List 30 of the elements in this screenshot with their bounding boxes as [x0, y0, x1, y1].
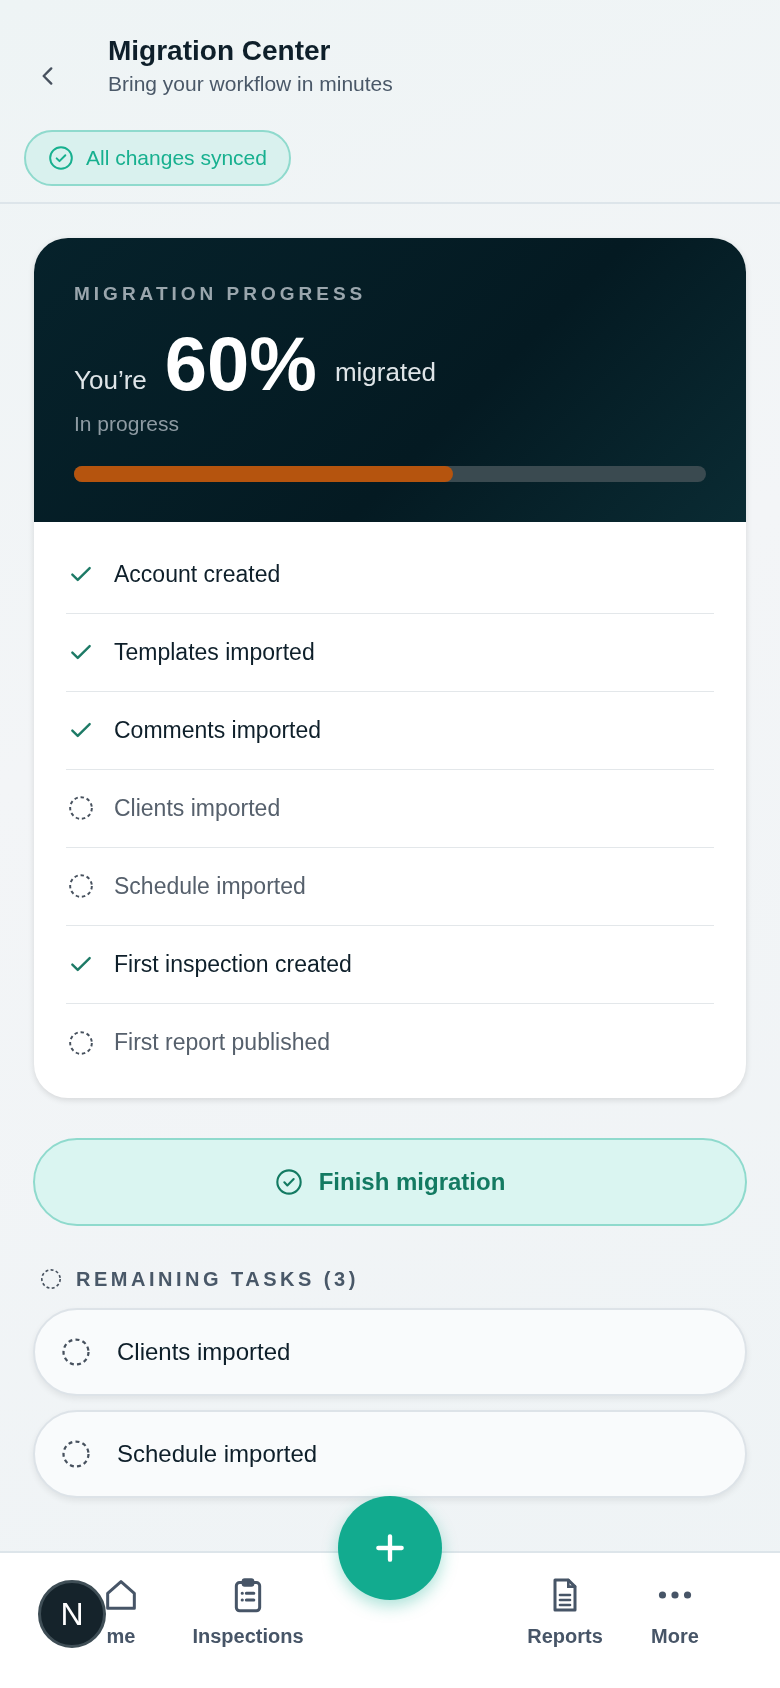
progress-status: In progress	[74, 411, 181, 437]
finish-migration-button[interactable]: Finish migration	[33, 1137, 747, 1226]
task-label: Schedule imported	[117, 1438, 318, 1469]
section-heading: REMAINING TASKS (3)	[76, 1266, 359, 1292]
page-title: Migration Center	[108, 34, 332, 68]
checklist-item: Templates imported	[114, 637, 315, 667]
progress-prefix: You’re	[74, 364, 147, 397]
task-card[interactable]: Clients imported	[33, 1307, 747, 1396]
checklist-item: Clients imported	[114, 793, 281, 823]
check-circle-icon	[48, 144, 74, 171]
task-card[interactable]: Schedule imported	[33, 1409, 747, 1498]
pending-circle-icon	[40, 1267, 62, 1290]
checklist-item: First inspection created	[114, 949, 352, 979]
progress-suffix: migrated	[334, 356, 437, 389]
more-icon	[658, 1590, 692, 1600]
checklist-item: Comments imported	[114, 715, 322, 745]
nav-tab[interactable]: More	[625, 1553, 725, 1688]
task-label: Clients imported	[117, 1336, 291, 1367]
progress-percent: 60%	[164, 326, 317, 402]
progress-eyebrow: MIGRATION PROGRESS	[74, 281, 368, 306]
nav-tab[interactable]: Inspections	[180, 1553, 316, 1688]
checklist-item: Schedule imported	[114, 871, 306, 901]
page-subtitle: Bring your workflow in minutes	[108, 70, 393, 97]
nav-tab[interactable]: Reports	[505, 1553, 625, 1688]
check-circle-icon	[274, 1167, 303, 1196]
pending-circle-icon	[61, 1336, 91, 1367]
pending-circle-icon	[61, 1438, 91, 1469]
checklist-item: First report published	[114, 1028, 331, 1058]
sync-status-text: All changes synced	[86, 145, 267, 171]
checklist-item: Account created	[114, 559, 281, 589]
